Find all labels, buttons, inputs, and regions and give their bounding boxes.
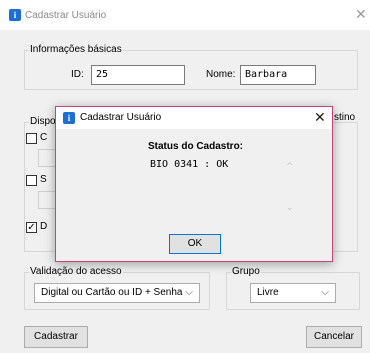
destino-legend: stino bbox=[334, 112, 356, 123]
device-field-1 bbox=[38, 149, 56, 167]
device-label-2: S bbox=[40, 174, 47, 185]
dialog-title: Cadastrar Usuário bbox=[80, 112, 162, 123]
close-icon[interactable]: ✕ bbox=[355, 8, 367, 22]
status-title: Status do Cadastro: bbox=[148, 141, 244, 152]
access-validation-value: Digital ou Cartão ou ID + Senha bbox=[41, 287, 183, 298]
register-button[interactable]: Cadastrar bbox=[24, 326, 88, 348]
device-label-3: D bbox=[40, 221, 48, 232]
group-select[interactable]: Livre ⌵ bbox=[250, 283, 336, 303]
app-i-icon: i bbox=[63, 112, 75, 124]
device-checkbox-3[interactable]: ✓ bbox=[26, 222, 37, 233]
basic-info-legend: Informações básicas bbox=[30, 44, 122, 55]
chevron-down-icon: ⌵ bbox=[185, 287, 193, 298]
id-label: ID: bbox=[71, 69, 84, 80]
group-value: Livre bbox=[257, 287, 279, 298]
access-validation-legend: Validação do acesso bbox=[30, 266, 122, 277]
ok-button[interactable]: OK bbox=[169, 234, 221, 254]
close-icon[interactable]: ✕ bbox=[314, 111, 326, 125]
access-validation-select[interactable]: Digital ou Cartão ou ID + Senha ⌵ bbox=[34, 283, 200, 303]
group-legend: Grupo bbox=[232, 266, 260, 277]
device-label-1: C bbox=[40, 132, 48, 143]
id-field[interactable]: 25 bbox=[91, 65, 185, 85]
devices-legend: Dispo bbox=[30, 116, 56, 127]
device-field-2 bbox=[38, 191, 56, 209]
scroll-down-icon[interactable]: ⌄ bbox=[286, 203, 294, 213]
name-label: Nome: bbox=[206, 69, 236, 80]
cancel-button[interactable]: Cancelar bbox=[306, 326, 362, 348]
scroll-up-icon[interactable]: ^ bbox=[286, 162, 294, 172]
device-checkbox-2[interactable] bbox=[26, 175, 37, 186]
title-bar: i Cadastrar Usuário ✕ bbox=[0, 0, 370, 30]
app-i-icon: i bbox=[9, 9, 21, 21]
device-checkbox-1[interactable] bbox=[26, 133, 37, 144]
name-field[interactable]: Barbara bbox=[240, 65, 316, 85]
chevron-down-icon: ⌵ bbox=[321, 287, 329, 298]
window-title: Cadastrar Usuário bbox=[25, 10, 107, 21]
status-dialog: i Cadastrar Usuário ✕ Status do Cadastro… bbox=[55, 106, 333, 262]
status-text: BIO 0341 : OK bbox=[150, 159, 229, 170]
dialog-title-bar: i Cadastrar Usuário ✕ bbox=[56, 107, 332, 129]
